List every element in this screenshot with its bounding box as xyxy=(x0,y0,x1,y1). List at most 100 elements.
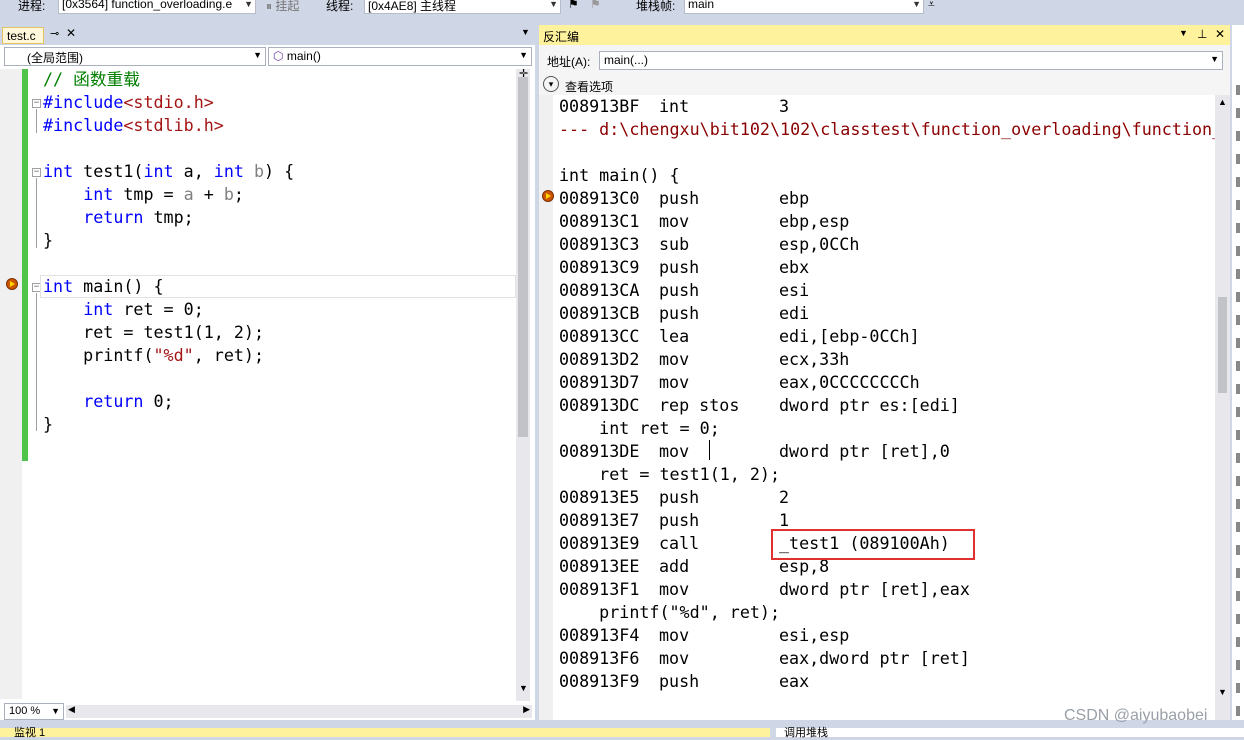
watch-panel-header[interactable]: 监视 1 xyxy=(0,727,770,739)
instruction-row[interactable]: 008913D2 mov ecx,33h xyxy=(559,348,1222,371)
scroll-left-icon[interactable]: ◀ xyxy=(68,704,75,715)
instruction-row[interactable]: 008913CA push esi xyxy=(559,279,1222,302)
callstack-tab-label: 调用堆栈 xyxy=(784,727,828,739)
source-line[interactable] xyxy=(559,141,1222,164)
instruction-opcode: push xyxy=(659,671,700,691)
code-line[interactable] xyxy=(43,252,294,275)
zoom-combo[interactable]: 100 % ▼ xyxy=(4,703,64,720)
instruction-operand: dword ptr es:[edi] xyxy=(779,395,960,415)
flag-icon[interactable]: ⚑ xyxy=(568,0,579,11)
scroll-down-icon[interactable]: ▼ xyxy=(1218,687,1227,697)
instruction-row[interactable]: 008913F1 mov dword ptr [ret],eax xyxy=(559,578,1222,601)
view-options-bar[interactable]: ▾ 查看选项 xyxy=(539,73,1230,95)
process-combo[interactable]: [0x3564] function_overloading.e ▼ xyxy=(58,0,256,14)
tab-dropdown-icon[interactable]: ▼ xyxy=(521,27,530,37)
scrollbar-thumb[interactable] xyxy=(518,77,528,437)
code-line[interactable]: } xyxy=(43,229,294,252)
filter-icon[interactable]: ⚑ xyxy=(590,0,601,11)
instruction-opcode: mov xyxy=(659,211,690,231)
source-text: int ret = 0; xyxy=(559,418,720,438)
instruction-row[interactable]: 008913F9 push eax xyxy=(559,670,1222,693)
code-editor[interactable]: // 函数重载 #include<stdio.h> #include<stdlib.… xyxy=(43,68,294,436)
code-line[interactable]: ret = test1(1, 2); xyxy=(43,321,294,344)
callstack-panel-header[interactable]: 调用堆栈 xyxy=(776,727,1244,739)
function-combo[interactable]: ⬡ main() ▼ xyxy=(268,47,532,66)
pin-icon[interactable]: ⊸ xyxy=(50,27,59,40)
toolbar-overflow-icon[interactable]: ⩡ xyxy=(928,0,935,12)
pin-icon[interactable]: ⊥ xyxy=(1197,27,1207,41)
function-icon: ⬡ xyxy=(273,49,284,63)
scroll-up-icon[interactable]: ▲ xyxy=(1218,97,1227,107)
code-line[interactable]: } xyxy=(43,413,294,436)
code-line[interactable]: int test1(int a, int b) { xyxy=(43,160,294,183)
instruction-operand: ecx,33h xyxy=(779,349,850,369)
instruction-row[interactable]: 008913DE mov dword ptr [ret],0 xyxy=(559,440,1222,463)
side-strip-marks xyxy=(1236,85,1240,720)
window-menu-icon[interactable]: ▼ xyxy=(1179,28,1188,38)
instruction-address: 008913C9 xyxy=(559,257,640,277)
code-line[interactable] xyxy=(43,367,294,390)
instruction-operand: dword ptr [ret],eax xyxy=(779,579,970,599)
code-line[interactable]: printf("%d", ret); xyxy=(43,344,294,367)
instruction-row[interactable]: 008913DC rep stos dword ptr es:[edi] xyxy=(559,394,1222,417)
instruction-row[interactable]: 008913C1 mov ebp,esp xyxy=(559,210,1222,233)
scrollbar-thumb[interactable] xyxy=(1218,297,1227,393)
instruction-row[interactable]: 008913C3 sub esp,0CCh xyxy=(559,233,1222,256)
disasm-listing[interactable]: 008913BF int 3 --- d:\chengxu\bit102\102\cl… xyxy=(559,95,1222,693)
code-line[interactable]: return 0; xyxy=(43,390,294,413)
tab-test-c[interactable]: test.c xyxy=(2,27,44,44)
source-line[interactable]: --- d:\chengxu\bit102\102\classtest\func… xyxy=(559,118,1222,141)
scroll-down-icon[interactable]: ▼ xyxy=(519,683,528,693)
instruction-opcode: mov xyxy=(659,441,690,461)
code-line[interactable]: int tmp = a + b; xyxy=(43,183,294,206)
code-line[interactable]: int main() { xyxy=(43,275,294,298)
instruction-row[interactable]: 008913F6 mov eax,dword ptr [ret] xyxy=(559,647,1222,670)
breakpoint-gutter[interactable] xyxy=(0,69,22,699)
source-line[interactable]: int main() { xyxy=(559,164,1222,187)
expand-chevron-icon[interactable]: ▾ xyxy=(543,76,559,92)
collapse-icon[interactable]: − xyxy=(32,99,41,108)
chevron-down-icon: ▼ xyxy=(1210,54,1219,64)
instruction-operand: ebp,esp xyxy=(779,211,850,231)
instruction-address: 008913D2 xyxy=(559,349,640,369)
instruction-opcode: call xyxy=(659,533,700,553)
code-line[interactable] xyxy=(43,137,294,160)
disasm-gutter[interactable] xyxy=(539,95,553,720)
stack-frame-combo[interactable]: main ▼ xyxy=(684,0,924,14)
disasm-scrollbar[interactable]: ▲ ▼ xyxy=(1215,95,1230,720)
suspend-button[interactable]: ⏸ 挂起 xyxy=(266,0,299,14)
instruction-row[interactable]: 008913BF int 3 xyxy=(559,95,1222,118)
instruction-address: 008913EE xyxy=(559,556,640,576)
editor-scrollbar[interactable]: ✛ ▼ xyxy=(516,67,530,701)
instruction-row[interactable]: 008913CC lea edi,[ebp-0CCh] xyxy=(559,325,1222,348)
code-line[interactable]: #include<stdlib.h> xyxy=(43,114,294,137)
instruction-row[interactable]: 008913D7 mov eax,0CCCCCCCCh xyxy=(559,371,1222,394)
source-line[interactable]: printf("%d", ret); xyxy=(559,601,1222,624)
instruction-row[interactable]: 008913C9 push ebx xyxy=(559,256,1222,279)
chevron-down-icon: ▼ xyxy=(519,50,528,60)
editor-hscrollbar[interactable]: ◀ ▶ xyxy=(66,704,532,718)
instruction-opcode: push xyxy=(659,303,700,323)
function-value: main() xyxy=(286,49,321,63)
instruction-row[interactable]: 008913CB push edi xyxy=(559,302,1222,325)
split-icon[interactable]: ✛ xyxy=(519,67,528,80)
close-icon[interactable]: ✕ xyxy=(1215,27,1225,41)
instruction-row[interactable]: 008913E5 push 2 xyxy=(559,486,1222,509)
code-line[interactable]: int ret = 0; xyxy=(43,298,294,321)
close-tab-icon[interactable]: ✕ xyxy=(66,26,76,40)
disasm-code-area[interactable]: 008913BF int 3 --- d:\chengxu\bit102\102\cl… xyxy=(539,95,1230,720)
code-line[interactable]: #include<stdio.h> xyxy=(43,91,294,114)
code-line[interactable]: // 函数重载 xyxy=(43,68,294,91)
scroll-right-icon[interactable]: ▶ xyxy=(523,704,530,715)
scope-combo[interactable]: (全局范围) ▼ xyxy=(4,47,266,66)
code-line[interactable]: return tmp; xyxy=(43,206,294,229)
address-combo[interactable]: main(...) ▼ xyxy=(599,51,1223,70)
collapse-icon[interactable]: − xyxy=(32,168,41,177)
source-line[interactable]: int ret = 0; xyxy=(559,417,1222,440)
disasm-pane: 地址(A): main(...) ▼ ▾ 查看选项 008913BF int 3 ---… xyxy=(539,45,1230,720)
instruction-row[interactable]: 008913F4 mov esi,esp xyxy=(559,624,1222,647)
thread-combo[interactable]: [0x4AE8] 主线程 ▼ xyxy=(364,0,561,14)
instruction-row[interactable]: 008913C0 push ebp xyxy=(559,187,1222,210)
source-line[interactable]: ret = test1(1, 2); xyxy=(559,463,1222,486)
instruction-operand: edi xyxy=(779,303,810,323)
